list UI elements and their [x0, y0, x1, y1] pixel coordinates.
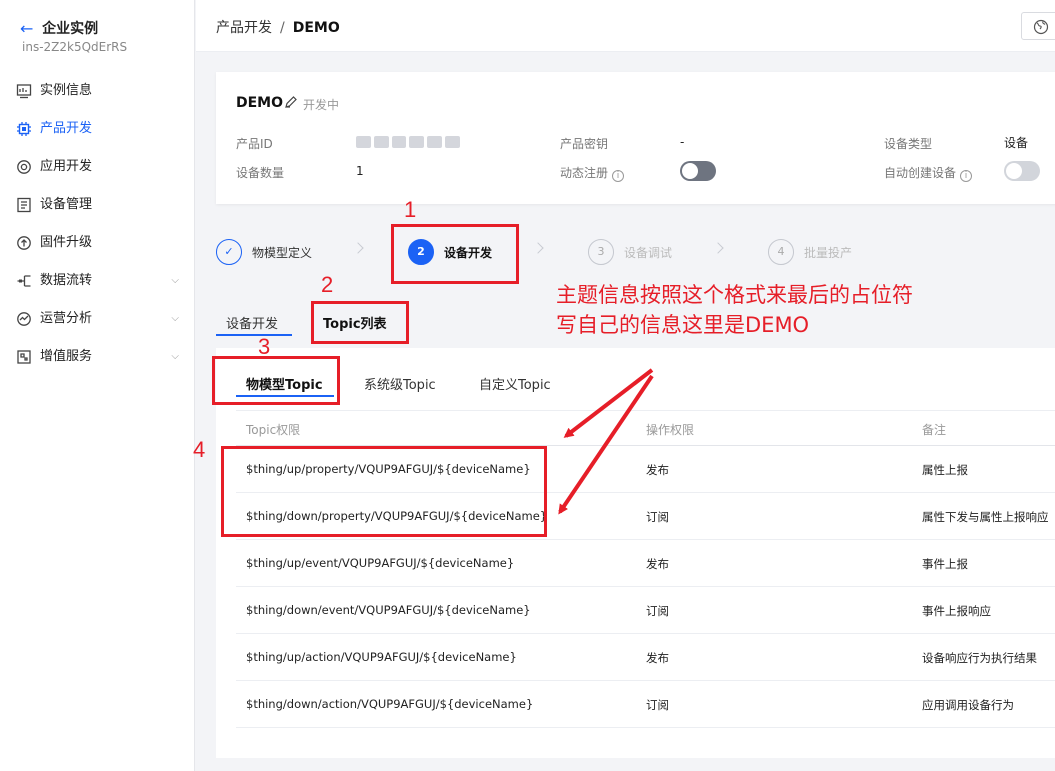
arrow-to-row-1 [563, 368, 654, 438]
arrow-to-row-2 [558, 374, 654, 515]
annotation-arrows [558, 368, 654, 515]
